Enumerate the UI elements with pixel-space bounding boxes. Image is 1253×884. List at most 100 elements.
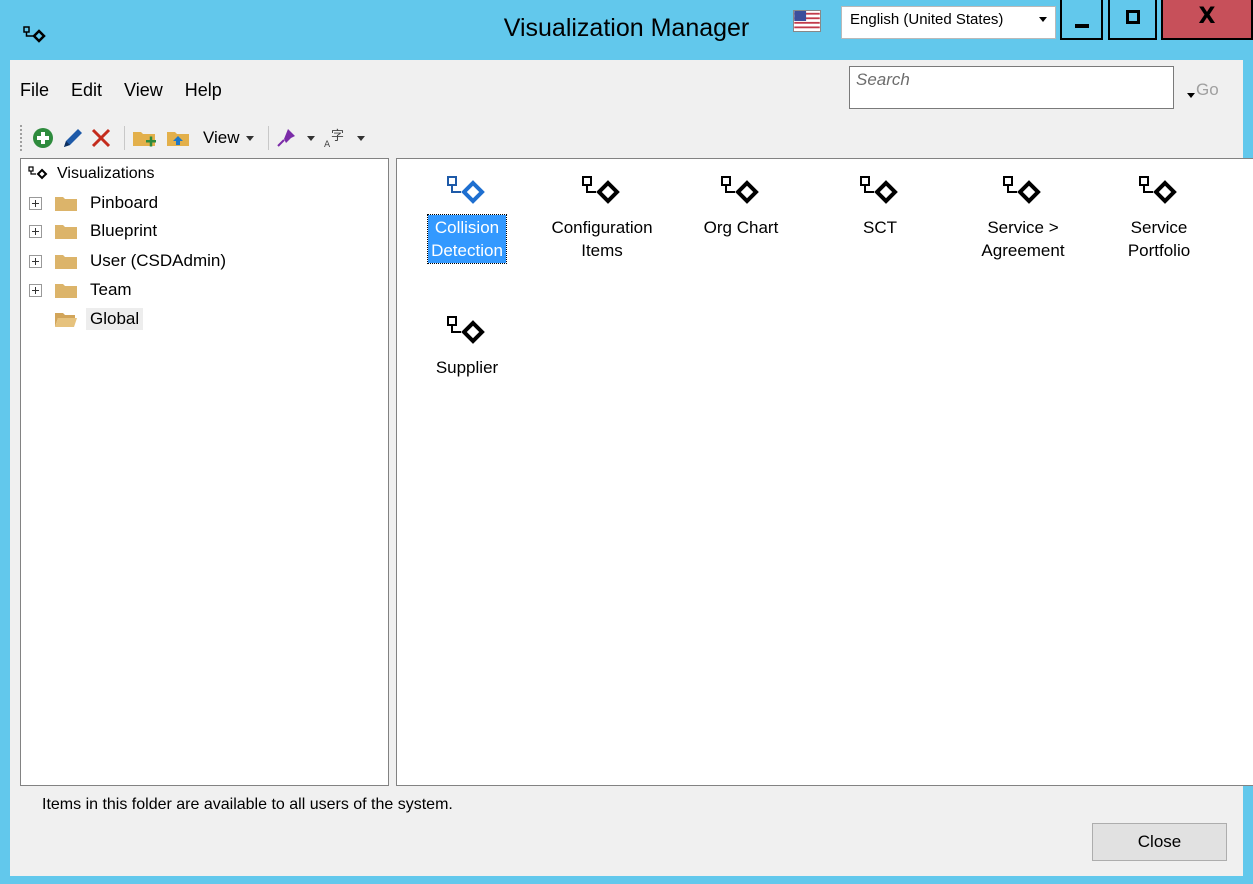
- tree-item-label: User (CSDAdmin): [90, 251, 227, 270]
- add-icon: [33, 128, 53, 148]
- visualization-label-line1: Service >: [987, 218, 1059, 237]
- pin-button[interactable]: [275, 123, 299, 153]
- folder-icon: [55, 255, 77, 269]
- menu-edit[interactable]: Edit: [61, 76, 114, 106]
- visualization-tile-service-agreement[interactable]: Service > Agreement: [964, 175, 1082, 263]
- expand-icon[interactable]: [29, 196, 42, 210]
- language-button[interactable]: A 字: [323, 123, 349, 153]
- folder-icon: [55, 225, 77, 239]
- visualization-label: Org Chart: [703, 218, 779, 237]
- move-folder-icon: [167, 132, 189, 146]
- delete-icon: [91, 128, 111, 148]
- visualization-icon: [721, 176, 759, 204]
- move-folder-button[interactable]: [165, 123, 193, 153]
- close-icon: X: [1198, 4, 1216, 29]
- client-area: File Edit View Help Go: [10, 60, 1253, 876]
- visualization-label-line1: Collision: [434, 218, 500, 237]
- visualization-label: Supplier: [435, 358, 499, 377]
- chevron-down-icon: [1039, 17, 1047, 22]
- new-folder-icon: [133, 132, 156, 147]
- tree-item-label: Pinboard: [90, 193, 159, 212]
- visualization-label: Service > Agreement: [978, 215, 1067, 263]
- visualization-icon: [860, 176, 898, 204]
- visualization-icon: [582, 176, 620, 204]
- tree-item-blueprint[interactable]: Blueprint: [29, 217, 161, 245]
- search-box: [849, 66, 1195, 109]
- maximize-icon: [1126, 10, 1140, 24]
- title-bar: Visualization Manager English (United St…: [0, 0, 1253, 60]
- menu-help[interactable]: Help: [175, 76, 234, 106]
- visualization-list: Collision Detection Configuration Items: [396, 158, 1253, 786]
- window-close-button[interactable]: X: [1161, 0, 1253, 40]
- visualization-label: Service Portfolio: [1125, 215, 1193, 263]
- visualization-icon: [447, 176, 485, 204]
- view-chevron-down-icon[interactable]: [245, 135, 254, 141]
- visualization-tile-supplier[interactable]: Supplier: [408, 315, 526, 380]
- pin-chevron-down-icon[interactable]: [306, 135, 315, 141]
- visualization-label-line2: Agreement: [981, 241, 1065, 260]
- toolbar-grip: [20, 125, 24, 151]
- toolbar: View A 字: [20, 120, 373, 156]
- visualization-label-line2: Detection: [431, 241, 503, 260]
- folder-icon: [55, 284, 77, 298]
- visualization-label: Configuration Items: [548, 215, 655, 263]
- close-button[interactable]: Close: [1092, 823, 1227, 861]
- us-flag-icon[interactable]: [793, 10, 821, 32]
- tree-item-team[interactable]: Team: [29, 276, 136, 304]
- tree-root[interactable]: Visualizations: [27, 165, 155, 183]
- language-select[interactable]: English (United States): [841, 6, 1056, 39]
- visualization-tile-service-portfolio[interactable]: Service Portfolio: [1100, 175, 1218, 263]
- visualization-icon: [1003, 176, 1041, 204]
- visualization-label-line2: Items: [581, 241, 623, 260]
- visualization-icon: [447, 316, 485, 344]
- visualization-tile-org-chart[interactable]: Org Chart: [682, 175, 800, 240]
- visualization-label-line1: Service: [1130, 218, 1188, 237]
- open-folder-icon: [55, 313, 77, 327]
- svg-text:字: 字: [331, 129, 344, 144]
- new-folder-button[interactable]: [131, 123, 159, 153]
- edit-button[interactable]: [60, 123, 84, 153]
- visualization-tile-collision-detection[interactable]: Collision Detection: [408, 175, 526, 264]
- minimize-icon: [1075, 24, 1089, 28]
- visualization-icon: [1139, 176, 1177, 204]
- toolbar-separator: [267, 126, 269, 150]
- language-select-value: English (United States): [850, 11, 1004, 28]
- visualization-tile-configuration-items[interactable]: Configuration Items: [543, 175, 661, 263]
- tree-item-pinboard[interactable]: Pinboard: [29, 189, 162, 217]
- tree-root-label: Visualizations: [57, 165, 155, 182]
- folder-icon: [55, 197, 77, 211]
- tree-item-label: Global: [86, 308, 144, 330]
- maximize-button[interactable]: [1108, 0, 1157, 40]
- visualization-manager-window: Visualization Manager English (United St…: [0, 0, 1253, 884]
- minimize-button[interactable]: [1060, 0, 1103, 40]
- language-chevron-down-icon[interactable]: [356, 135, 365, 141]
- folder-tree: Visualizations Pinboard Blueprint User (…: [20, 158, 389, 786]
- visualization-label-line2: Portfolio: [1127, 241, 1191, 260]
- search-dropdown-icon[interactable]: [1187, 93, 1195, 98]
- add-button[interactable]: [32, 123, 54, 153]
- tree-item-global[interactable]: Global: [29, 305, 144, 333]
- folder-description: Items in this folder are available to al…: [42, 796, 453, 813]
- visualization-tile-sct[interactable]: SCT: [821, 175, 939, 240]
- visualization-label: Collision Detection: [427, 214, 507, 264]
- expand-icon[interactable]: [29, 254, 42, 268]
- view-dropdown-label[interactable]: View: [203, 128, 240, 148]
- edit-icon: [64, 129, 82, 147]
- go-button[interactable]: Go: [1196, 80, 1219, 100]
- expand-icon[interactable]: [29, 283, 42, 297]
- tree-item-label: Blueprint: [90, 221, 158, 240]
- visualization-label-line1: Configuration: [551, 218, 653, 237]
- search-input[interactable]: [850, 67, 1150, 108]
- delete-button[interactable]: [90, 123, 112, 153]
- menu-file[interactable]: File: [10, 76, 61, 106]
- pin-icon: [276, 129, 295, 147]
- expand-icon[interactable]: [29, 224, 42, 238]
- tree-item-label: Team: [90, 280, 132, 299]
- language-icon: A 字: [324, 129, 344, 149]
- menu-bar: File Edit View Help: [10, 76, 234, 106]
- tree-item-user[interactable]: User (CSDAdmin): [29, 247, 230, 275]
- svg-text:A: A: [324, 140, 331, 149]
- visualization-label: SCT: [863, 218, 897, 237]
- menu-view[interactable]: View: [114, 76, 175, 106]
